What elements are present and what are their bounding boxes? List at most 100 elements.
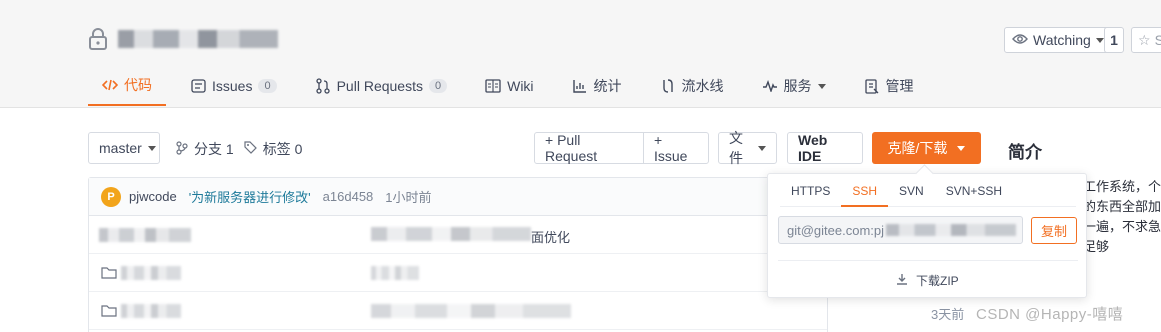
intro-line: 足够 — [1083, 239, 1110, 254]
tab-label: 代码 — [124, 77, 152, 93]
tab-label: Pull Requests — [336, 78, 423, 94]
commit-message-redacted — [371, 227, 531, 241]
tags-link[interactable]: 标签 0 — [263, 139, 303, 159]
clone-download-button[interactable]: 克隆/下载 — [872, 132, 981, 164]
intro-line: 工作系统，个 — [1083, 179, 1161, 194]
new-pull-request-button[interactable]: + Pull Request — [534, 132, 644, 164]
table-row[interactable] — [89, 254, 827, 292]
tab-ssh[interactable]: SSH — [841, 182, 889, 207]
clone-url-field[interactable]: git@gitee.com:pj — [778, 216, 1023, 244]
tag-icon — [244, 141, 257, 157]
watch-button[interactable]: Watching — [1004, 27, 1112, 53]
issues-icon — [190, 78, 206, 94]
download-zip-link[interactable]: 下载ZIP — [896, 272, 959, 289]
tab-svn-ssh[interactable]: SVN+SSH — [935, 182, 1013, 207]
wiki-icon — [485, 78, 501, 94]
branches-link[interactable]: 分支 1 — [194, 139, 234, 159]
chevron-down-icon — [817, 83, 826, 89]
chart-icon — [572, 78, 588, 94]
button-label: Web IDE — [798, 132, 828, 164]
table-row[interactable]: 面优化 — [89, 216, 827, 254]
pull-request-icon — [315, 78, 331, 94]
tab-label: 管理 — [885, 78, 914, 94]
branch-tag-info: 分支 1 标签 0 — [176, 139, 302, 159]
branch-select[interactable]: master — [88, 132, 160, 164]
button-label: 文件 — [729, 130, 743, 166]
star-icon: ☆ — [1138, 31, 1151, 48]
eye-icon — [1012, 32, 1028, 48]
lock-icon — [88, 28, 108, 50]
tab-label: 服务 — [783, 78, 812, 94]
branch-icon — [176, 140, 188, 158]
folder-name-redacted[interactable] — [121, 304, 181, 318]
watermark: CSDN @Happy-嘻嘻 — [976, 306, 1124, 323]
repo-name-redacted[interactable] — [118, 30, 278, 48]
tab-manage[interactable]: 管理 — [850, 66, 928, 106]
file-menu-button[interactable]: 文件 — [718, 130, 777, 166]
tab-stats[interactable]: 统计 — [558, 66, 636, 106]
clone-url: git@gitee.com:pj — [787, 222, 885, 238]
folder-icon — [101, 266, 117, 282]
intro-description: 工作系统，个 的东西全部加 一遍，不求急 足够 — [1083, 177, 1161, 257]
divider — [778, 260, 1078, 261]
download-zip-label: 下载ZIP — [916, 274, 959, 288]
tab-service[interactable]: 服务 — [748, 66, 840, 106]
tab-label: Issues — [212, 78, 253, 94]
clone-dropdown: HTTPS SSH SVN SVN+SSH git@gitee.com:pj 复… — [767, 173, 1087, 298]
chevron-down-icon — [957, 145, 966, 151]
repo-header: Watching 1 ☆ St 代码 Issues 0 Pull Request… — [0, 0, 1161, 108]
tab-https[interactable]: HTTPS — [780, 182, 841, 207]
chevron-down-icon — [1095, 37, 1104, 43]
protocol-tabs: HTTPS SSH SVN SVN+SSH — [780, 182, 1076, 207]
commit-message[interactable]: '为新服务器进行修改' — [189, 187, 311, 206]
tab-svn[interactable]: SVN — [888, 182, 935, 207]
commit-time: 1小时前 — [385, 190, 432, 205]
latest-commit: P pjwcode '为新服务器进行修改' a16d458 1小时前 — [89, 178, 827, 216]
repo-title — [88, 28, 278, 50]
new-issue-button[interactable]: + Issue — [643, 132, 709, 164]
tab-label: 统计 — [593, 78, 622, 94]
button-label: 克隆/下载 — [887, 140, 948, 156]
tab-pipeline[interactable]: 流水线 — [646, 66, 738, 106]
intro-line: 一遍，不求急 — [1083, 219, 1161, 234]
avatar[interactable]: P — [101, 186, 121, 207]
manage-icon — [864, 78, 880, 94]
tab-label: Wiki — [507, 78, 534, 94]
intro-title: 简介 — [1008, 143, 1042, 162]
button-label: + Pull Request — [545, 132, 598, 164]
table-row[interactable] — [89, 292, 827, 330]
repo-tabs: 代码 Issues 0 Pull Requests 0 Wiki 统计 流水线 … — [88, 66, 938, 108]
commit-author[interactable]: pjwcode — [129, 189, 177, 204]
count-badge: 0 — [428, 79, 448, 93]
tab-pull-requests[interactable]: Pull Requests 0 — [301, 66, 462, 106]
clone-url-redacted — [886, 224, 1017, 236]
commit-hash[interactable]: a16d458 — [323, 189, 374, 204]
commit-message-fragment: 面优化 — [531, 230, 571, 245]
tab-wiki[interactable]: Wiki — [471, 66, 547, 106]
intro-line: 的东西全部加 — [1083, 199, 1161, 214]
star-label: St — [1154, 32, 1161, 48]
watch-label: Watching — [1033, 32, 1091, 48]
chevron-down-icon — [147, 145, 156, 151]
code-icon — [102, 77, 118, 93]
chevron-down-icon — [758, 145, 766, 151]
pipeline-icon — [660, 78, 676, 94]
watch-count[interactable]: 1 — [1104, 27, 1124, 53]
count-badge: 0 — [258, 79, 277, 93]
tab-issues[interactable]: Issues 0 — [176, 66, 291, 106]
web-ide-button[interactable]: Web IDE — [787, 132, 863, 164]
commit-message-redacted — [371, 266, 419, 280]
button-label: + Issue — [654, 132, 688, 164]
tab-code[interactable]: 代码 — [88, 66, 166, 106]
branch-label: master — [99, 140, 142, 156]
copy-button[interactable]: 复制 — [1031, 217, 1077, 244]
star-button[interactable]: ☆ St — [1131, 27, 1161, 53]
tab-label: 流水线 — [681, 78, 724, 94]
folder-name-redacted[interactable] — [121, 266, 181, 280]
commit-message-redacted — [371, 304, 571, 318]
folder-icon — [101, 304, 117, 320]
file-list: P pjwcode '为新服务器进行修改' a16d458 1小时前 面优化 — [88, 177, 828, 332]
service-icon — [762, 78, 778, 94]
download-icon — [896, 273, 908, 288]
file-name-redacted[interactable] — [99, 228, 191, 242]
